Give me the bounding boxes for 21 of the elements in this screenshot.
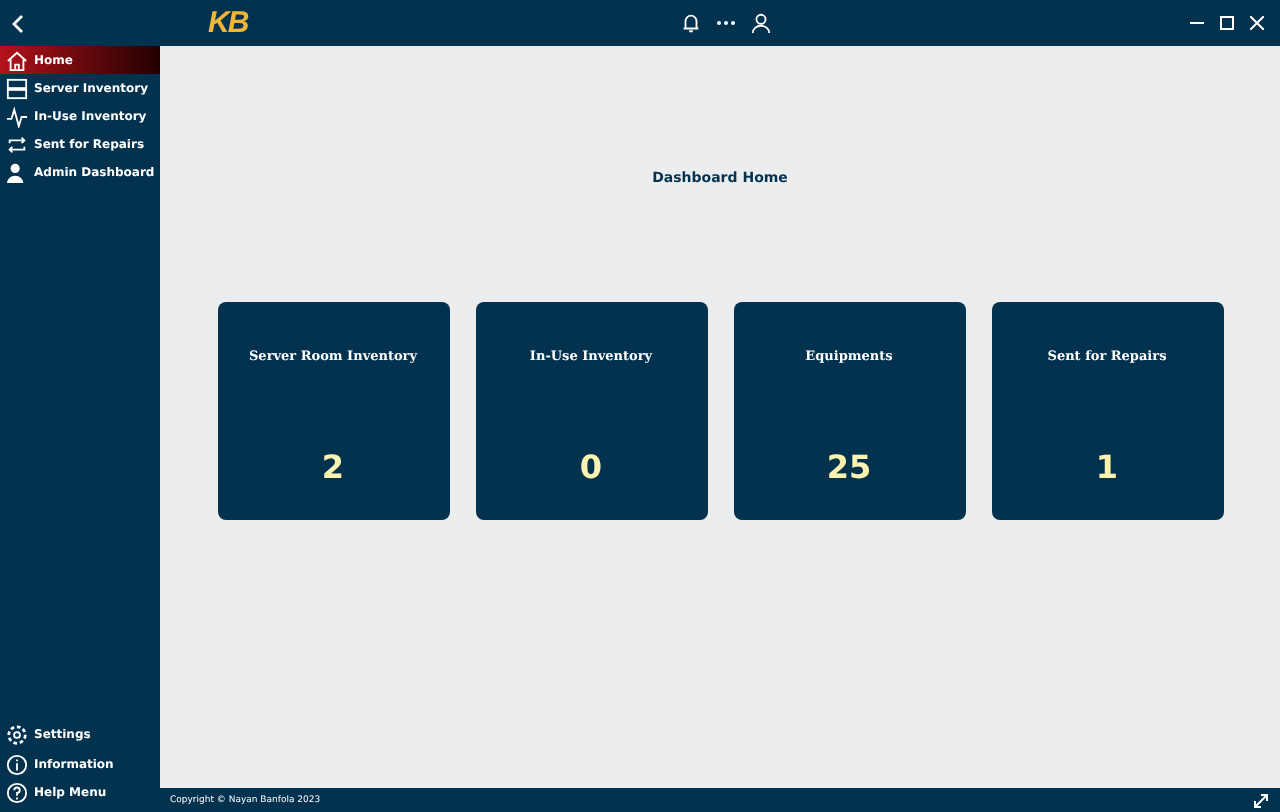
minimize-icon[interactable] <box>1190 16 1204 30</box>
card-count: 1 <box>1095 448 1119 486</box>
help-icon <box>6 782 28 805</box>
user-icon[interactable] <box>750 12 772 34</box>
card-count: 0 <box>579 448 603 486</box>
info-icon <box>6 753 28 776</box>
more-icon[interactable] <box>716 20 736 26</box>
card-count: 2 <box>321 448 345 486</box>
close-icon[interactable] <box>1250 16 1264 30</box>
bell-icon[interactable] <box>680 12 702 34</box>
person-icon <box>6 161 28 183</box>
card-count: 25 <box>826 448 872 486</box>
settings-icon <box>6 724 28 747</box>
server-icon <box>6 77 28 99</box>
repeat-icon <box>6 133 28 155</box>
home-icon <box>6 49 28 71</box>
resize-icon[interactable] <box>1254 793 1268 807</box>
back-icon[interactable] <box>10 13 26 33</box>
maximize-icon[interactable] <box>1220 16 1234 30</box>
logo: KB <box>208 6 248 40</box>
pulse-icon <box>6 105 28 127</box>
